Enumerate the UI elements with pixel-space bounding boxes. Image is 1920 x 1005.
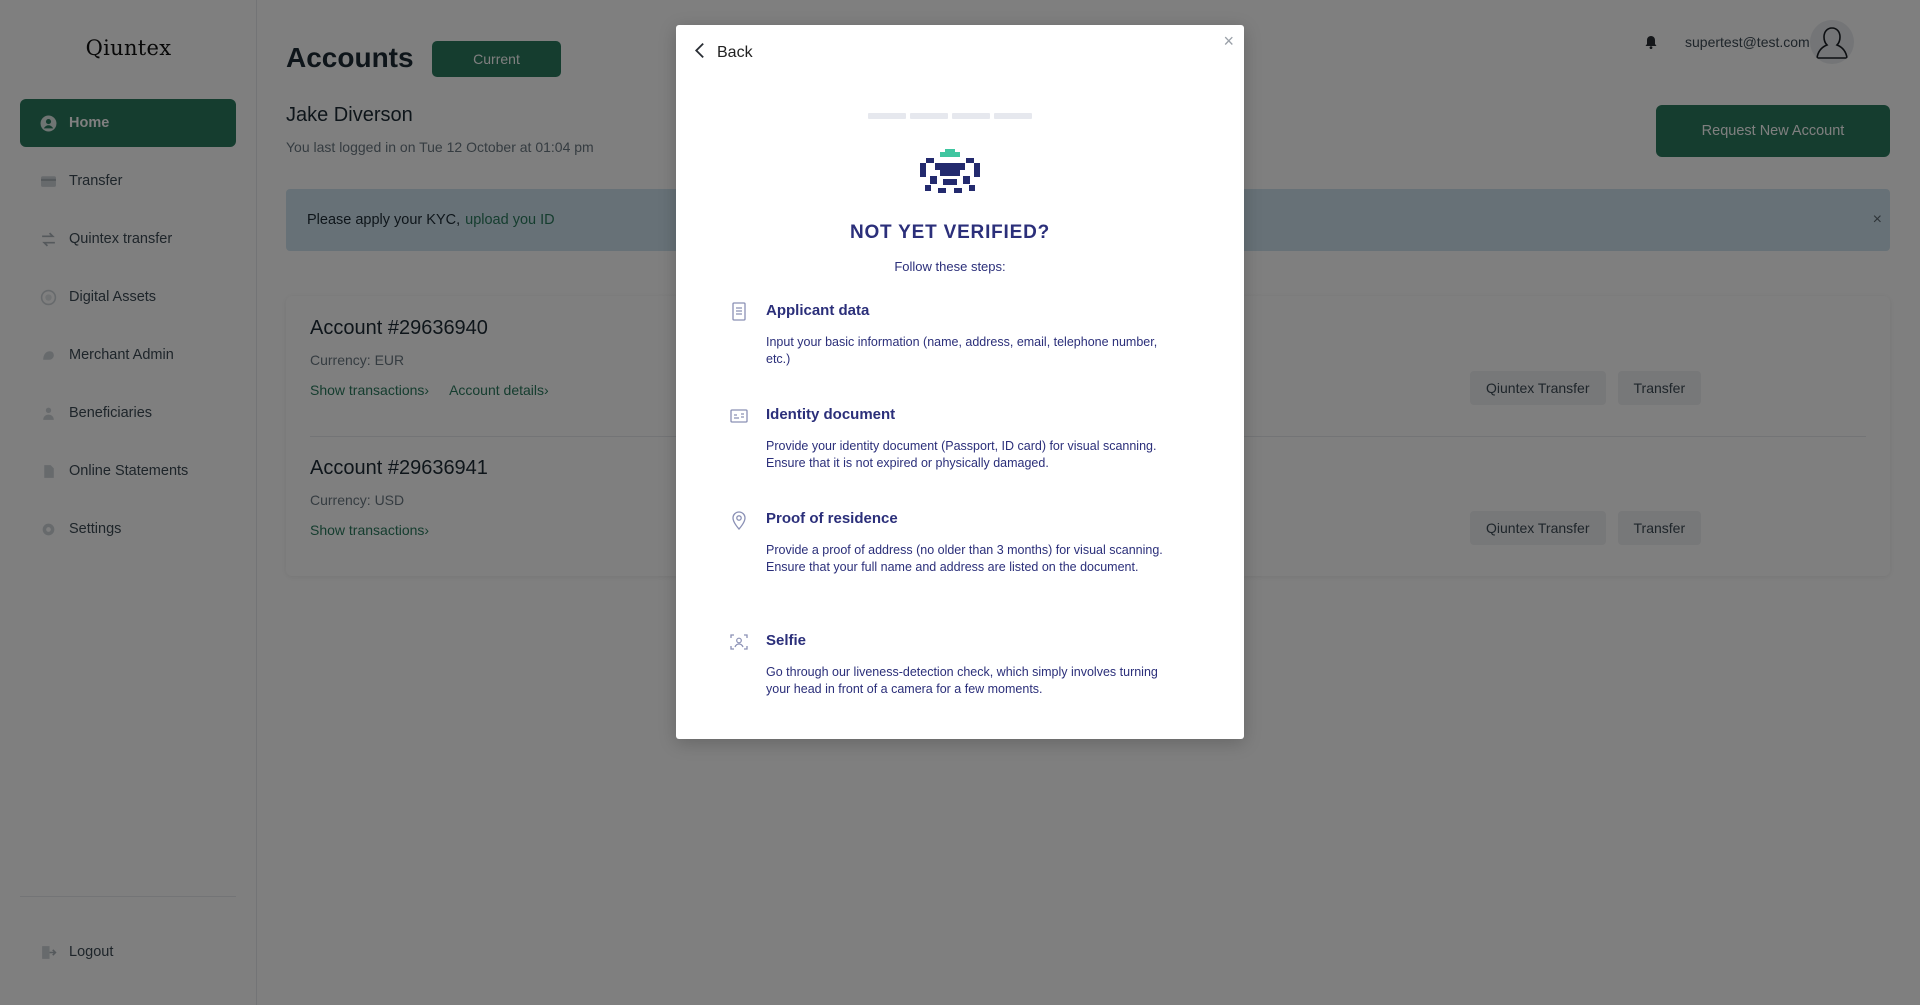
step-description: Input your basic information (name, addr… [766,335,1158,366]
progress-steps [868,113,1032,119]
back-label: Back [717,44,753,61]
modal-title: NOT YET VERIFIED? [849,222,1051,243]
step-title: Selfie [766,632,807,649]
chevron-left-icon [694,42,705,64]
document-icon [730,302,748,322]
step-description: Provide your identity document (Passport… [766,439,1157,470]
progress-segment [994,113,1032,119]
step-title: Proof of residence [766,510,898,527]
step-description: Provide a proof of address (no older tha… [766,543,1163,574]
step-title: Identity document [766,406,896,423]
progress-segment [952,113,990,119]
modal-close-button[interactable]: × [1223,31,1234,52]
step-description: Go through our liveness-detection check,… [766,665,1158,696]
progress-segment [910,113,948,119]
verification-emblem-icon [919,148,981,194]
face-scan-icon [730,632,748,652]
back-button[interactable]: Back [694,42,753,64]
id-card-icon [730,406,748,426]
modal-subtitle: Follow these steps: [894,259,1006,274]
progress-segment [868,113,906,119]
verification-modal: Back × NOT YET VERIFIED? Follow these st… [676,25,1244,739]
step-title: Applicant data [766,302,870,319]
location-pin-icon [730,510,748,530]
